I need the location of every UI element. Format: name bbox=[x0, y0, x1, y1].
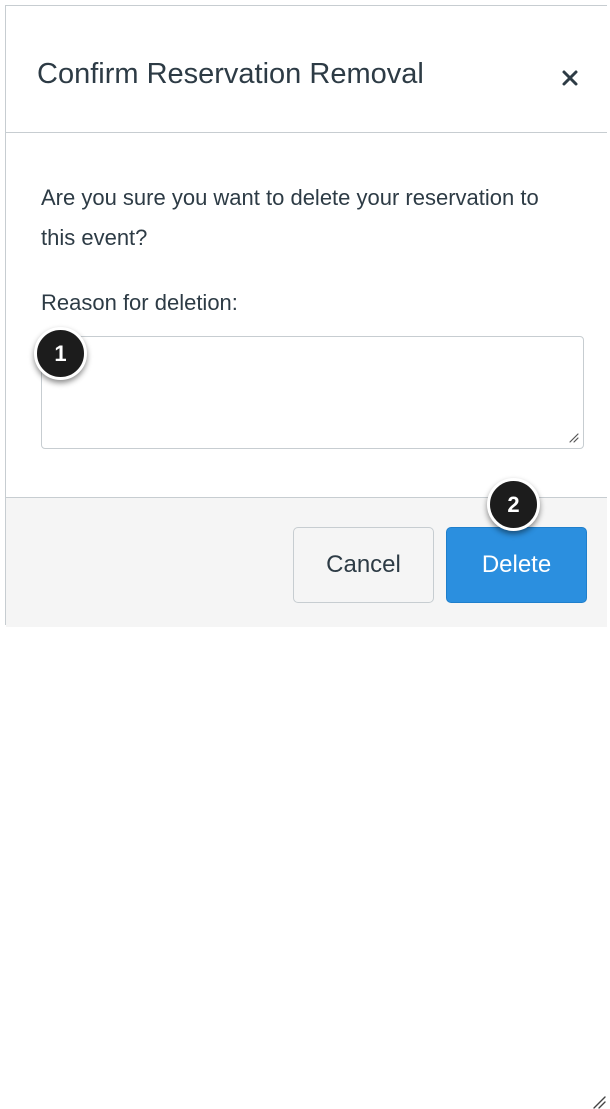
dialog-resize-handle-icon[interactable] bbox=[590, 1093, 606, 1109]
delete-button[interactable]: Delete bbox=[446, 527, 587, 603]
dialog-header: Confirm Reservation Removal bbox=[6, 6, 607, 133]
reason-label: Reason for deletion: bbox=[41, 290, 238, 315]
textarea-resize-handle-icon[interactable] bbox=[567, 431, 579, 443]
step-callout-2: 2 bbox=[487, 478, 540, 531]
cancel-button[interactable]: Cancel bbox=[293, 527, 434, 603]
confirmation-question: Are you sure you want to delete your res… bbox=[41, 185, 539, 250]
reason-textarea[interactable] bbox=[41, 336, 584, 449]
step-callout-1: 1 bbox=[34, 327, 87, 380]
dialog-title: Confirm Reservation Removal bbox=[37, 58, 424, 90]
close-icon bbox=[562, 70, 578, 86]
close-button[interactable] bbox=[554, 62, 586, 94]
confirm-reservation-removal-dialog: Confirm Reservation Removal Are you sure… bbox=[5, 5, 607, 1109]
